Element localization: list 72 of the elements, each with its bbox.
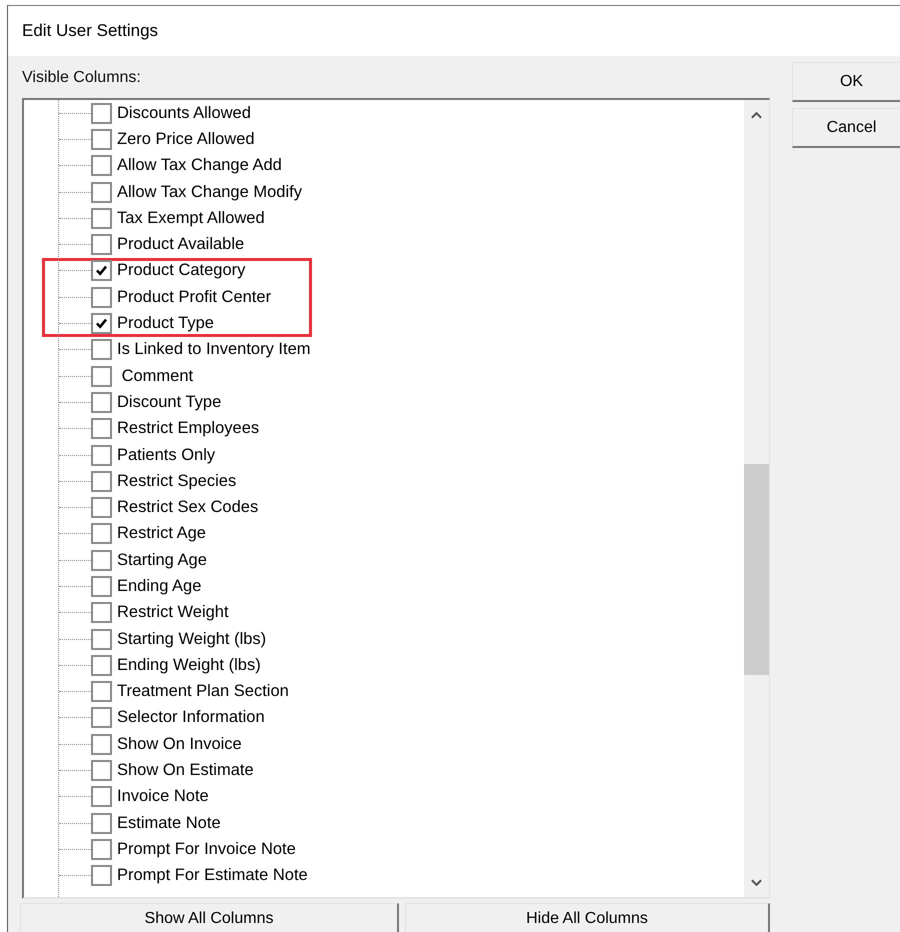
checkbox[interactable] [91,366,112,387]
column-name[interactable]: Starting Weight (lbs) [117,630,266,649]
checkbox[interactable] [91,208,112,229]
column-name[interactable]: Is Linked to Inventory Item [117,340,311,360]
checkbox[interactable] [91,234,112,256]
checkbox[interactable] [91,576,112,597]
checkbox[interactable] [91,286,112,308]
checkbox[interactable] [91,102,112,124]
checkbox[interactable] [91,418,112,440]
scroll-down-icon[interactable] [751,879,762,887]
column-name[interactable]: Allow Tax Change Add [117,156,282,176]
column-name[interactable]: Prompt For Invoice Note [117,840,296,859]
column-name[interactable]: Selector Information [117,708,265,728]
column-name[interactable]: Restrict Age [117,524,206,544]
checkbox[interactable] [91,523,112,544]
checkbox[interactable] [91,865,112,886]
column-name[interactable]: Discounts Allowed [117,104,251,123]
column-name[interactable]: Restrict Employees [117,419,260,438]
checkbox[interactable] [91,760,112,782]
column-name[interactable]: Show On Estimate [117,761,254,780]
column-name[interactable]: Discount Type [117,392,222,412]
column-name[interactable]: Treatment Plan Section [117,682,289,702]
checkbox[interactable] [91,707,112,728]
checkmark-icon [95,317,108,330]
column-name[interactable]: Restrict Weight [117,603,229,622]
visible-columns-label: Visible Columns: [22,69,142,88]
column-name[interactable]: Prompt For Estimate Note [117,866,308,886]
checkbox[interactable] [91,497,112,518]
column-name[interactable]: Product Type [117,314,214,334]
cancel-button[interactable]: Cancel [792,108,900,148]
checkbox[interactable] [91,654,112,676]
checkbox[interactable] [91,838,112,860]
column-name[interactable]: Zero Price Allowed [117,130,255,149]
column-name[interactable]: Product Category [117,261,246,280]
column-name[interactable]: Show On Invoice [117,734,242,754]
ok-button[interactable]: OK [792,62,900,102]
hide-all-button[interactable]: Hide All Columns [404,903,770,932]
window-title: Edit User Settings [22,21,158,41]
scrollbar-thumb[interactable] [744,464,769,675]
checkbox[interactable] [91,628,112,650]
column-name[interactable]: Restrict Species [117,472,236,491]
column-name[interactable]: Estimate Note [117,814,221,833]
checkmark-icon [95,264,108,278]
checkbox[interactable] [91,786,112,808]
column-name[interactable]: Product Available [117,235,244,254]
scroll-up-icon[interactable] [751,111,762,119]
column-name[interactable]: Product Profit Center [117,288,272,307]
checkbox[interactable] [91,260,112,282]
checkbox[interactable] [91,470,112,492]
checkbox[interactable] [91,681,112,702]
column-name[interactable]: Tax Exempt Allowed [117,208,265,228]
checkbox[interactable] [91,313,112,334]
column-name[interactable]: Starting Age [117,550,207,570]
checkbox[interactable] [91,444,112,466]
checkbox[interactable] [91,155,112,176]
checkbox[interactable] [91,182,112,203]
column-name[interactable]: Comment [117,366,194,386]
column-name[interactable]: Invoice Note [117,787,209,806]
checkbox[interactable] [91,550,112,571]
checkbox[interactable] [91,392,112,413]
checkbox[interactable] [91,128,112,150]
checkbox[interactable] [91,812,112,834]
checkbox[interactable] [91,339,112,360]
scrollbar[interactable] [744,100,769,897]
column-name[interactable]: Ending Weight (lbs) [117,656,261,675]
column-name[interactable]: Ending Age [117,576,202,596]
column-name[interactable]: Patients Only [117,446,216,464]
show-all-button[interactable]: Show All Columns [20,903,399,932]
column-name[interactable]: Restrict Sex Codes [117,498,258,518]
checkbox[interactable] [91,734,112,755]
column-name[interactable]: Allow Tax Change Modify [117,182,302,202]
checkbox[interactable] [91,602,112,624]
